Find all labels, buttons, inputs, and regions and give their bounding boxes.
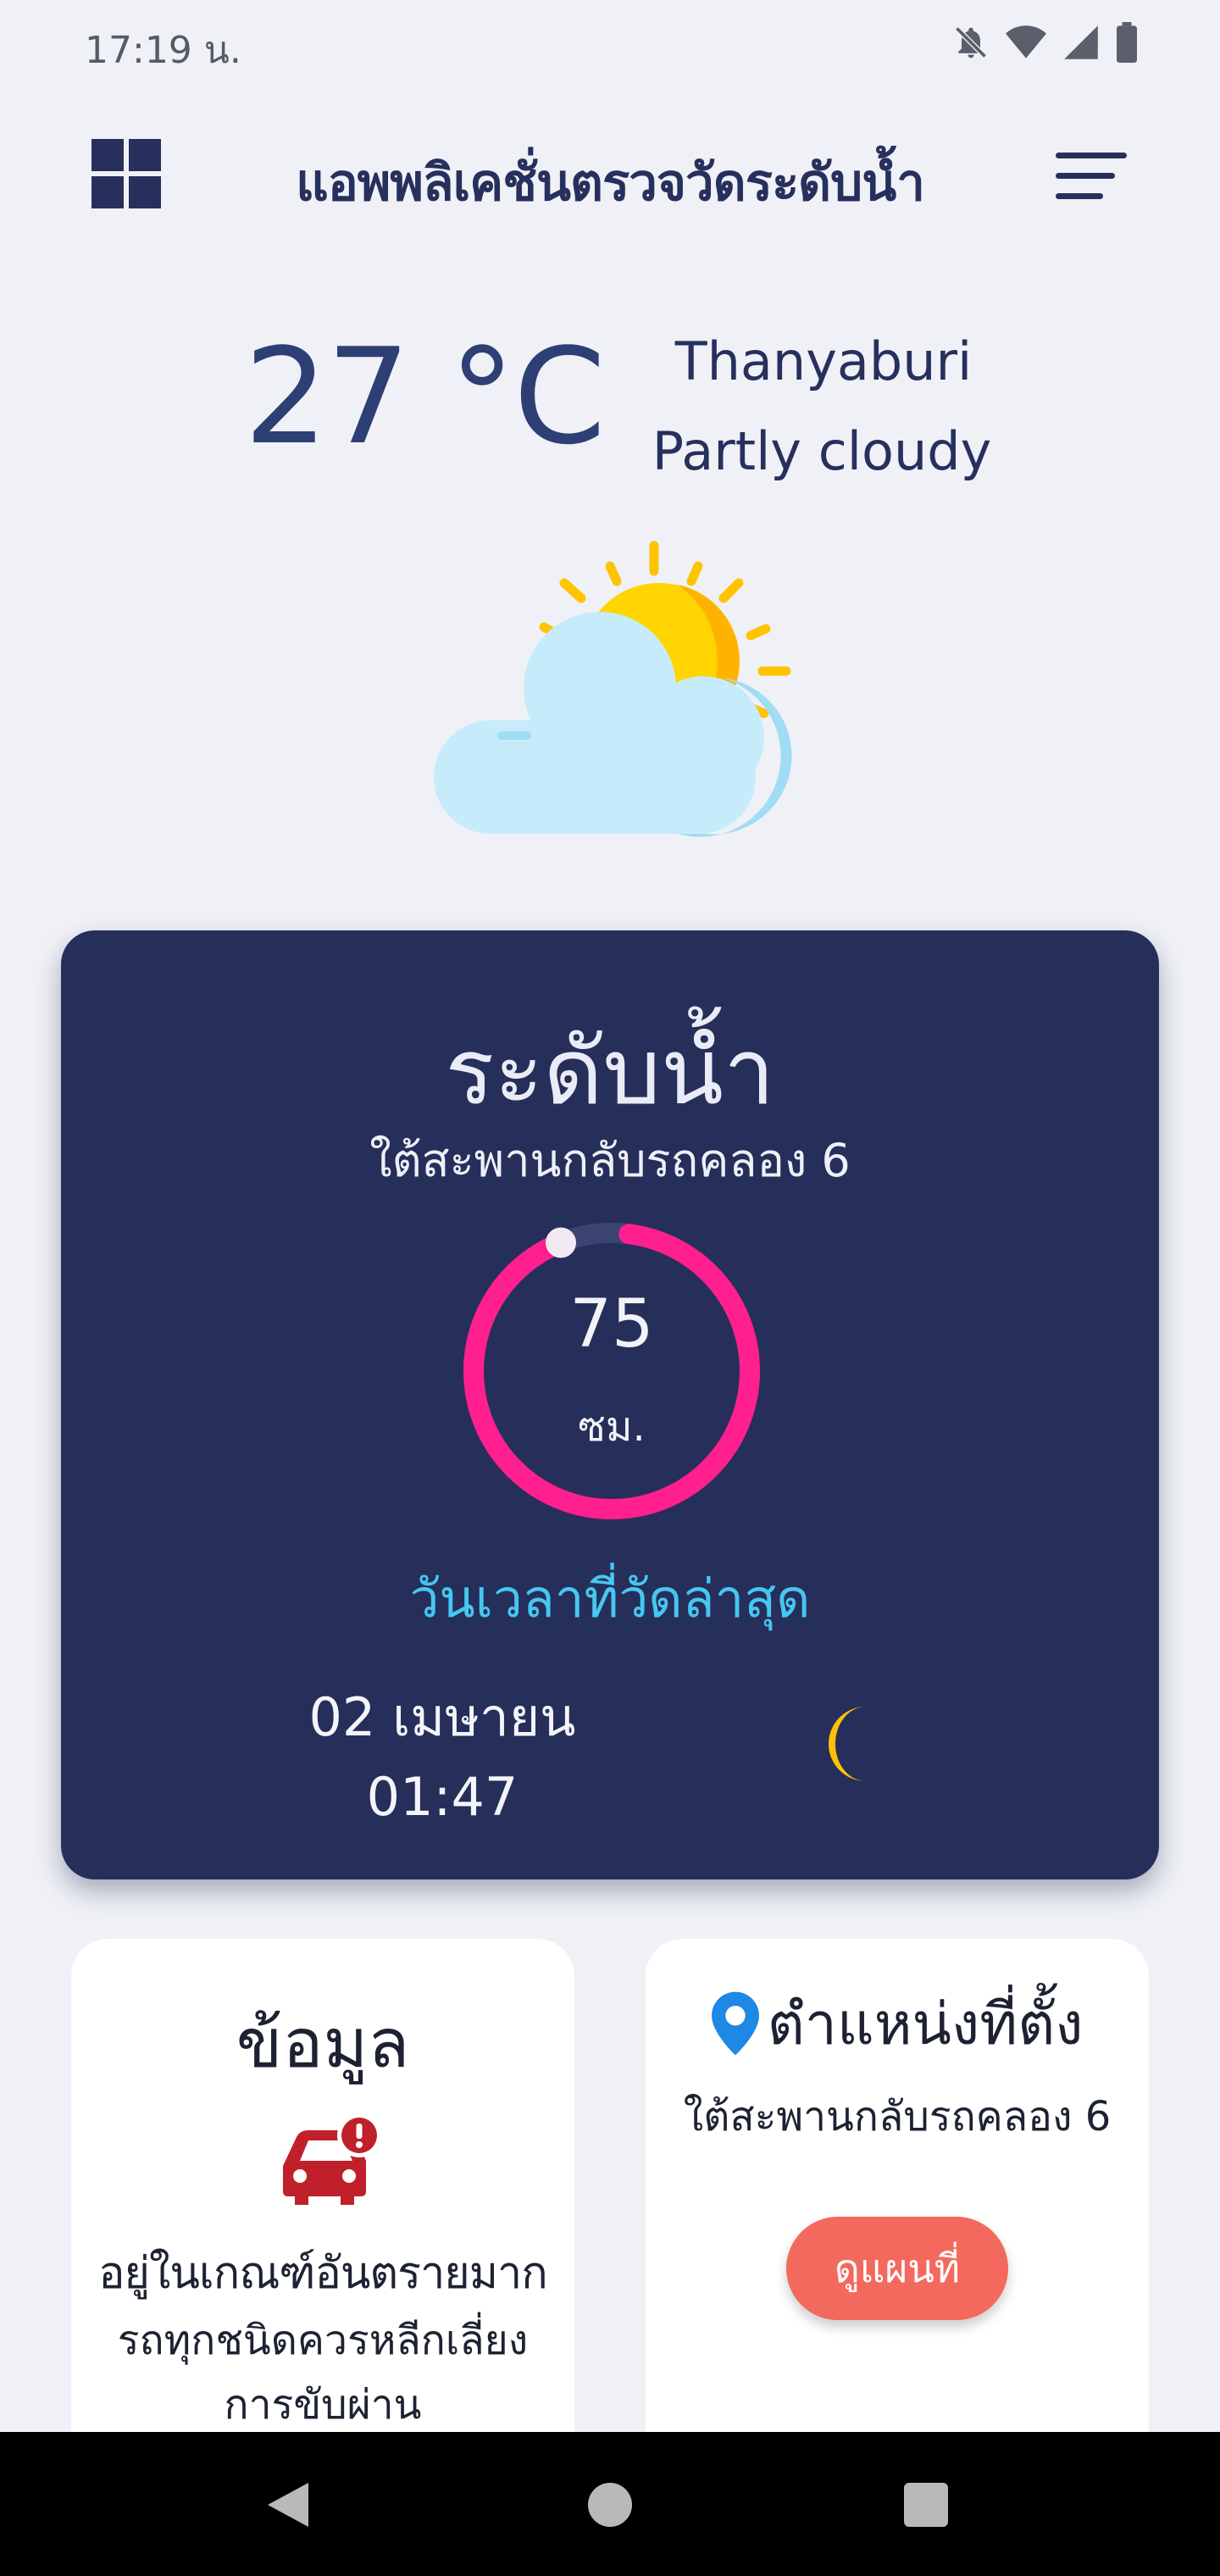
info-title: ข้อมูล: [236, 2004, 410, 2083]
last-measured-label: วันเวลาที่วัดล่าสุด: [409, 1568, 811, 1629]
measurement-date: 02 เมษายน: [308, 1686, 576, 1748]
status-time: 17:19 น.: [85, 29, 241, 72]
advice-line-1: รถทุกชนิดควรหลีกเลี่ยง: [117, 2317, 529, 2364]
location-text: ใต้สะพานกลับรถคลอง 6: [683, 2093, 1112, 2140]
partly-cloudy-icon: [434, 541, 792, 837]
water-level-card: ระดับน้ำ ใต้สะพานกลับรถคลอง 6 75 ซม. วัน…: [61, 930, 1159, 1879]
app-header: แอพพลิเคชั่นตรวจวัดระดับน้ำ: [0, 127, 1220, 222]
battery-icon: [1117, 22, 1137, 63]
app-title: แอพพลิเคชั่นตรวจวัดระดับน้ำ: [296, 153, 925, 213]
signal-icon: [1064, 25, 1098, 59]
status-icons: [952, 22, 1139, 63]
moon-icon: [829, 1707, 866, 1781]
wifi-icon: [1006, 25, 1046, 58]
danger-status: อยู่ในเกณฑ์อันตรายมาก: [98, 2248, 547, 2299]
gauge-progress-arc: [463, 1223, 760, 1519]
measurement-time: 01:47: [366, 1766, 518, 1828]
recents-icon[interactable]: [904, 2483, 948, 2527]
info-card: ข้อมูล อยู่ในเกณฑ์อันตรายมาก รถทุกชนิดคว…: [71, 1939, 574, 2464]
back-icon[interactable]: [264, 2479, 312, 2530]
hamburger-menu-icon[interactable]: [1056, 153, 1127, 200]
car-alert-icon: [283, 2113, 381, 2205]
water-level-unit: ซม.: [578, 1403, 646, 1451]
water-level-gauge: [463, 1223, 760, 1519]
gauge-knob: [545, 1227, 576, 1258]
view-map-button[interactable]: ดูแผนที่: [786, 2217, 1008, 2320]
advice-line-2: การขับผ่าน: [224, 2381, 422, 2429]
weather-condition: Partly cloudy: [652, 420, 992, 482]
water-level-value: 75: [569, 1286, 654, 1363]
location-card: ตำแหน่งที่ตั้ง ใต้สะพานกลับรถคลอง 6 ดูแผ…: [646, 1939, 1149, 2464]
location-title: ตำแหน่งที่ตั้ง: [767, 1991, 1084, 2058]
map-pin-icon: [711, 1991, 759, 2056]
water-level-title: ระดับน้ำ: [445, 1019, 775, 1125]
bell-off-icon: [955, 26, 987, 58]
status-bar: 17:19 น.: [0, 0, 1220, 88]
weather-temperature: 27 °C: [244, 319, 606, 474]
water-level-location: ใต้สะพานกลับรถคลอง 6: [369, 1134, 851, 1187]
location-heading: ตำแหน่งที่ตั้ง: [646, 1978, 1149, 2069]
weather-city: Thanyaburi: [674, 330, 973, 392]
app-screen: 17:19 น. แอพพลิเคชั่นตรวจวัดระดับน้ำ 27 …: [0, 0, 1220, 2576]
system-nav-bar: [0, 2432, 1220, 2576]
home-icon[interactable]: [588, 2483, 632, 2527]
